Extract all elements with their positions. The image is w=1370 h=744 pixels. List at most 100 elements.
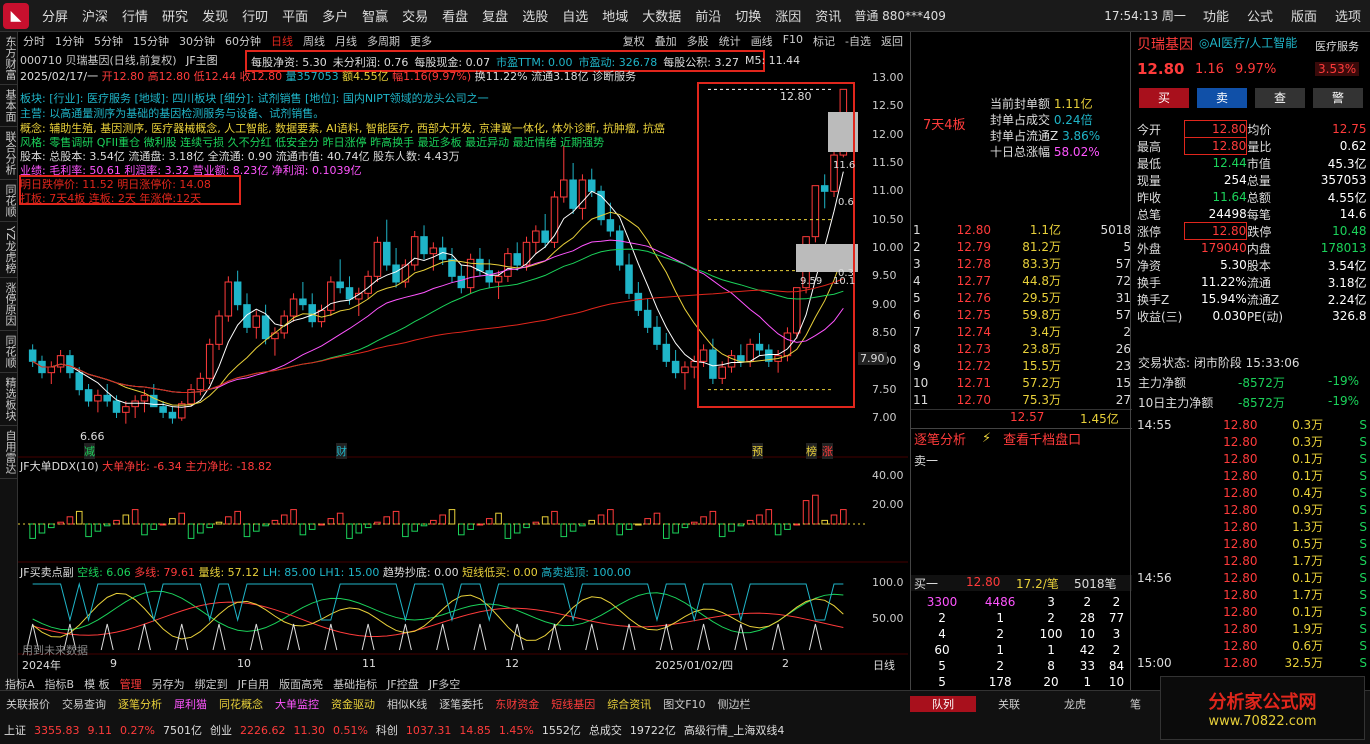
bottom-tab-6[interactable]: JF自用 [233, 676, 275, 692]
right-menu-1[interactable]: 公式 [1238, 6, 1282, 25]
function-tab-7[interactable]: 相似K线 [381, 696, 433, 712]
side-tab-1[interactable]: 关联 [976, 696, 1042, 712]
bottom-tab-8[interactable]: 基础指标 [328, 676, 382, 692]
menu-item-19[interactable]: 资讯 [808, 6, 848, 25]
event-mark-3[interactable]: 榜 [806, 443, 817, 459]
toolbar-right-0[interactable]: 复权 [618, 33, 650, 49]
event-mark-4[interactable]: 涨 [822, 443, 833, 459]
menu-item-1[interactable]: 沪深 [75, 6, 115, 25]
tab-tick-analysis[interactable]: 逐笔分析 [910, 429, 970, 448]
order-book-row[interactable]: 5 12.76 29.5万 31 [913, 289, 1131, 306]
stock-concept[interactable]: ◎AI医疗/人工智能 [1199, 34, 1297, 51]
function-tab-8[interactable]: 逐笔委托 [433, 696, 489, 712]
sell-button[interactable]: 卖 [1197, 88, 1247, 108]
menu-item-16[interactable]: 前沿 [688, 6, 728, 25]
order-book-row[interactable]: 11 12.70 75.3万 27 [913, 391, 1131, 408]
menu-item-5[interactable]: 行叨 [235, 6, 275, 25]
period-9[interactable]: 多周期 [362, 33, 405, 49]
industry[interactable]: 医疗服务 [1315, 38, 1359, 54]
rail-tab-5[interactable]: 涨停原因 [0, 278, 18, 332]
period-1[interactable]: 1分钟 [50, 33, 89, 49]
function-tab-2[interactable]: 逐笔分析 [112, 696, 168, 712]
menu-item-0[interactable]: 分屏 [35, 6, 75, 25]
bottom-tab-5[interactable]: 绑定到 [190, 676, 233, 692]
period-8[interactable]: 月线 [330, 33, 362, 49]
event-mark-2[interactable]: 预 [752, 443, 763, 459]
menu-item-9[interactable]: 交易 [395, 6, 435, 25]
toolbar-right-1[interactable]: 叠加 [650, 33, 682, 49]
event-mark-0[interactable]: 减 [84, 443, 95, 459]
side-tab-2[interactable]: 龙虎 [1042, 696, 1108, 712]
menu-item-8[interactable]: 智赢 [355, 6, 395, 25]
menu-item-6[interactable]: 平面 [275, 6, 315, 25]
rail-tab-7[interactable]: 精选板块 [0, 373, 18, 427]
event-mark-1[interactable]: 财 [336, 443, 347, 459]
tab-thousand-depth[interactable]: 查看千档盘口 [1003, 429, 1081, 448]
order-book-row[interactable]: 8 12.73 23.8万 26 [913, 340, 1131, 357]
bottom-tab-4[interactable]: 另存为 [147, 676, 190, 692]
function-tab-3[interactable]: 犀利猫 [168, 696, 213, 712]
rail-tab-8[interactable]: 自用雷达 [0, 426, 18, 480]
function-tab-11[interactable]: 综合资讯 [601, 696, 657, 712]
function-tab-12[interactable]: 图文F10 [657, 696, 711, 712]
bottom-tab-3[interactable]: 管理 [115, 676, 147, 692]
buy-button[interactable]: 买 [1139, 88, 1189, 108]
rail-tab-6[interactable]: 同花顺 [0, 331, 18, 374]
menu-item-13[interactable]: 自选 [555, 6, 595, 25]
period-7[interactable]: 周线 [298, 33, 330, 49]
rail-tab-0[interactable]: 东方财富 [0, 32, 18, 85]
toolbar-right-5[interactable]: F10 [778, 33, 808, 49]
menu-item-2[interactable]: 行情 [115, 6, 155, 25]
bottom-tab-1[interactable]: 指标B [40, 676, 80, 692]
order-book-row[interactable]: 4 12.77 44.8万 72 [913, 272, 1131, 289]
account-label[interactable]: 普通 880***409 [854, 7, 946, 24]
order-book-row[interactable]: 10 12.71 57.2万 15 [913, 374, 1131, 391]
menu-item-17[interactable]: 切换 [728, 6, 768, 25]
period-5[interactable]: 60分钟 [220, 33, 266, 49]
function-tab-9[interactable]: 东财资金 [489, 696, 545, 712]
bottom-tab-2[interactable]: 模 板 [79, 676, 115, 692]
function-tab-0[interactable]: 关联报价 [0, 696, 56, 712]
bottom-tab-0[interactable]: 指标A [0, 676, 40, 692]
menu-item-3[interactable]: 研究 [155, 6, 195, 25]
toolbar-right-7[interactable]: -自选 [840, 33, 876, 49]
side-tab-3[interactable]: 笔 [1108, 696, 1163, 712]
alert-button[interactable]: 警 [1313, 88, 1363, 108]
menu-item-7[interactable]: 多户 [315, 6, 355, 25]
right-menu-0[interactable]: 功能 [1194, 6, 1238, 25]
rail-tab-1[interactable]: 基本面 [0, 85, 18, 127]
function-tab-1[interactable]: 交易查询 [56, 696, 112, 712]
indicator-name[interactable]: JF主图 [186, 54, 218, 67]
right-menu-3[interactable]: 选项 [1326, 6, 1370, 25]
menu-item-18[interactable]: 涨因 [768, 6, 808, 25]
toolbar-right-8[interactable]: 返回 [876, 33, 908, 49]
order-book-row[interactable]: 1 12.80 1.1亿 5018 [913, 221, 1131, 238]
order-book-row[interactable]: 6 12.75 59.8万 57 [913, 306, 1131, 323]
side-tab-0[interactable]: 队列 [910, 696, 976, 712]
right-menu-2[interactable]: 版面 [1282, 6, 1326, 25]
toolbar-right-6[interactable]: 标记 [808, 33, 840, 49]
function-tab-10[interactable]: 短线基因 [545, 696, 601, 712]
toolbar-right-4[interactable]: 画线 [746, 33, 778, 49]
function-tab-13[interactable]: 侧边栏 [712, 696, 757, 712]
toolbar-right-2[interactable]: 多股 [682, 33, 714, 49]
order-book-row[interactable]: 3 12.78 83.3万 57 [913, 255, 1131, 272]
period-10[interactable]: 更多 [405, 33, 437, 49]
order-book-row[interactable]: 2 12.79 81.2万 5 [913, 238, 1131, 255]
period-6[interactable]: 日线 [266, 33, 298, 49]
rail-tab-3[interactable]: 同花顺 [0, 180, 18, 222]
bottom-tab-7[interactable]: 版面高亮 [274, 676, 328, 692]
period-3[interactable]: 15分钟 [128, 33, 174, 49]
bottom-tab-9[interactable]: JF控盘 [382, 676, 424, 692]
function-tab-5[interactable]: 大单监控 [269, 696, 325, 712]
period-0[interactable]: 分时 [18, 33, 50, 49]
query-button[interactable]: 查 [1255, 88, 1305, 108]
menu-item-15[interactable]: 大数据 [635, 6, 688, 25]
menu-item-14[interactable]: 地域 [595, 6, 635, 25]
order-book-row[interactable]: 9 12.72 15.5万 23 [913, 357, 1131, 374]
toolbar-right-3[interactable]: 统计 [714, 33, 746, 49]
function-tab-4[interactable]: 同花概念 [213, 696, 269, 712]
function-tab-6[interactable]: 资金驱动 [325, 696, 381, 712]
period-2[interactable]: 5分钟 [89, 33, 128, 49]
period-4[interactable]: 30分钟 [174, 33, 220, 49]
